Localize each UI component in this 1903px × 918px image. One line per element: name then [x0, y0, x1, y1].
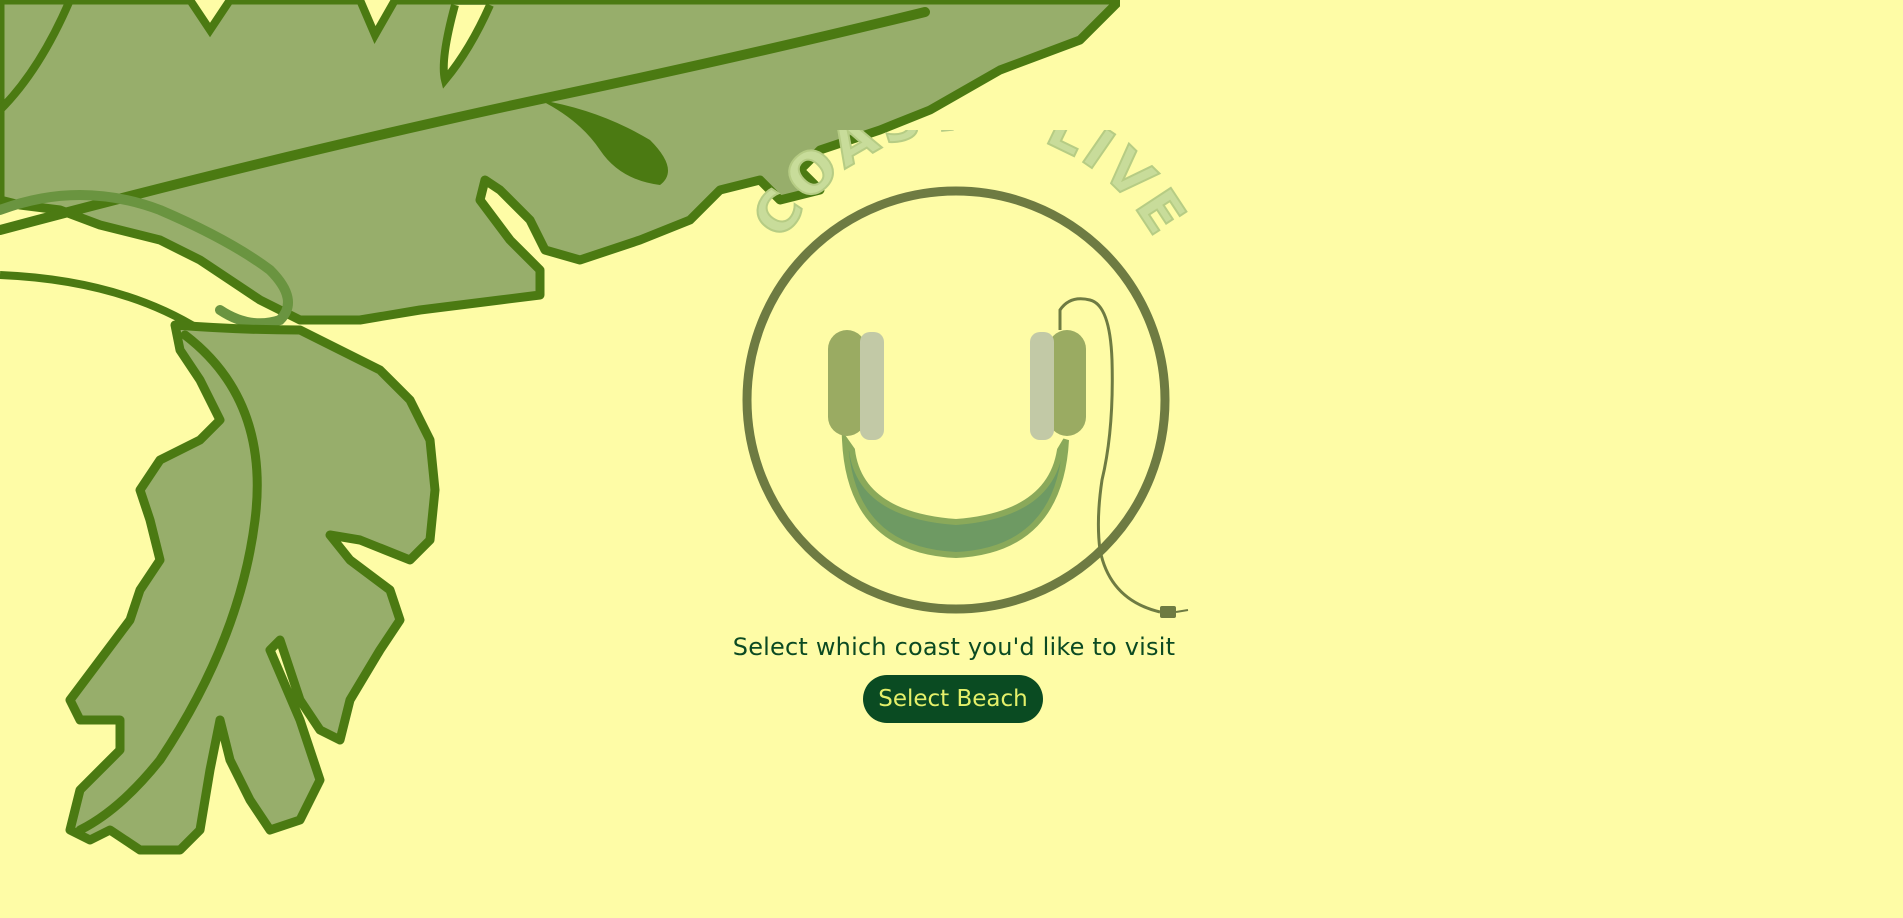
- left-earpad-icon: [860, 332, 884, 440]
- right-earpad-icon: [1030, 332, 1054, 440]
- lower-leaf: [65, 320, 440, 855]
- coast-selection-prompt: Select which coast you'd like to visit: [732, 633, 1176, 661]
- select-beach-button[interactable]: Select Beach: [863, 675, 1043, 723]
- cable-plug-icon: [1160, 606, 1176, 618]
- cable-plug-tip-icon: [1175, 609, 1189, 613]
- coast-live-logo: COAST - LIVE: [739, 130, 1190, 618]
- headphones-band-icon: [841, 429, 1069, 559]
